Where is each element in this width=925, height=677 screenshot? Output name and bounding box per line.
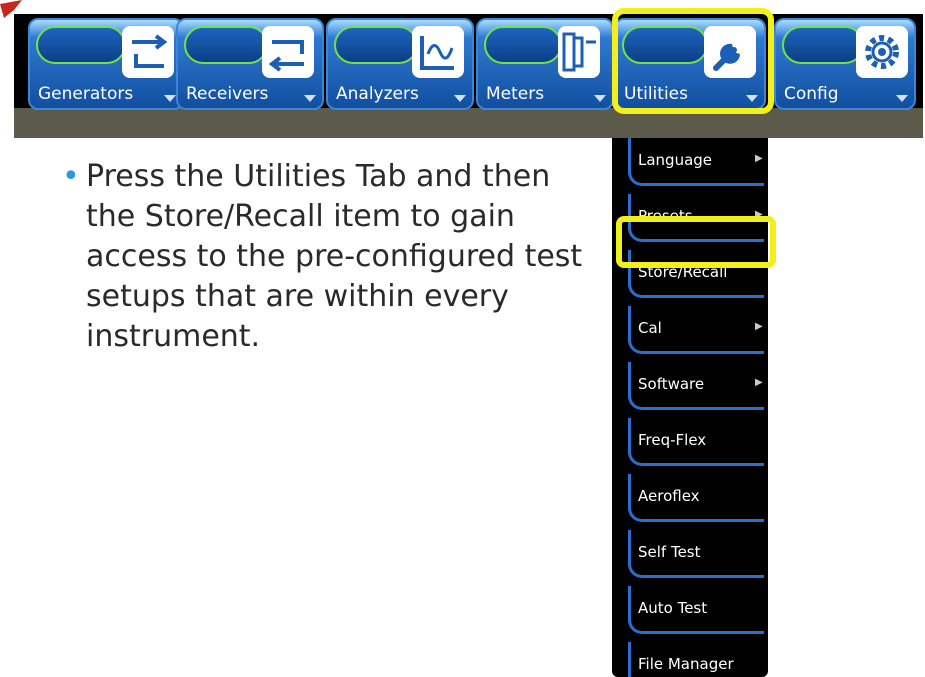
menu-item-label: Presets: [638, 207, 693, 225]
tab-meters[interactable]: Meters: [476, 18, 614, 110]
menu-item-label: Self Test: [638, 543, 701, 561]
tab-analyzers[interactable]: Analyzers: [326, 18, 474, 110]
tab-label: Receivers: [186, 84, 269, 104]
tab-label: Config: [784, 84, 839, 104]
waveform-icon: [412, 26, 464, 78]
menu-item-self-test[interactable]: Self Test: [612, 530, 768, 586]
tab-receivers[interactable]: Receivers: [176, 18, 324, 110]
submenu-arrow-icon: ▶: [755, 153, 763, 164]
bullet-marker: •: [62, 159, 80, 194]
menu-item-label: Auto Test: [638, 599, 708, 617]
menu-item-file-manager[interactable]: File Manager: [612, 642, 768, 677]
tab-generators[interactable]: Generators: [28, 18, 184, 110]
tab-indicator: [484, 26, 562, 64]
instruction-text: Press the Utilities Tab and then the Sto…: [86, 159, 583, 354]
menu-item-software[interactable]: Software ▶: [612, 362, 768, 418]
menu-item-language[interactable]: Language ▶: [612, 138, 768, 194]
menu-item-label: File Manager: [638, 655, 734, 673]
tab-indicator: [334, 26, 418, 64]
menu-item-label: Store/Recall: [638, 263, 728, 281]
chevron-down-icon: [746, 95, 758, 102]
submenu-arrow-icon: ▶: [755, 377, 763, 388]
tab-label: Utilities: [624, 84, 688, 104]
menu-item-presets[interactable]: Presets ▶: [612, 194, 768, 250]
chevron-down-icon: [594, 95, 606, 102]
menu-item-label: Cal: [638, 319, 662, 337]
menu-item-auto-test[interactable]: Auto Test: [612, 586, 768, 642]
utilities-dropdown-menu: Language ▶ Presets ▶ Store/Recall Cal ▶ …: [612, 138, 768, 677]
tab-indicator: [622, 26, 708, 64]
menu-item-aeroflex[interactable]: Aeroflex: [612, 474, 768, 530]
menu-item-cal[interactable]: Cal ▶: [612, 306, 768, 362]
tab-label: Analyzers: [336, 84, 419, 104]
meter-icon: [558, 26, 600, 78]
toolbar-status-strip: [14, 108, 923, 138]
menu-item-label: Freq-Flex: [638, 431, 707, 449]
instrument-toolbar: Generators Receivers Analyzers Meters Ut…: [14, 14, 923, 138]
submenu-arrow-icon: ▶: [755, 209, 763, 220]
tab-label: Generators: [38, 84, 134, 104]
tab-indicator: [184, 26, 268, 64]
gear-icon: [856, 26, 908, 78]
chevron-down-icon: [896, 95, 908, 102]
menu-item-store-recall[interactable]: Store/Recall: [612, 250, 768, 306]
swap-arrows-icon: [122, 26, 174, 78]
tab-label: Meters: [486, 84, 545, 104]
menu-item-label: Software: [638, 375, 705, 393]
tab-indicator: [36, 26, 126, 64]
chevron-down-icon: [454, 95, 466, 102]
chevron-down-icon: [304, 95, 316, 102]
menu-item-freq-flex[interactable]: Freq-Flex: [612, 418, 768, 474]
submenu-arrow-icon: ▶: [755, 321, 763, 332]
tab-config[interactable]: Config: [774, 18, 916, 110]
chevron-down-icon: [164, 95, 176, 102]
tab-indicator: [782, 26, 864, 64]
menu-item-label: Language: [638, 151, 713, 169]
wrench-icon: [704, 26, 756, 78]
swap-arrows-icon: [262, 26, 314, 78]
tab-utilities[interactable]: Utilities: [614, 18, 766, 110]
menu-item-label: Aeroflex: [638, 487, 700, 505]
